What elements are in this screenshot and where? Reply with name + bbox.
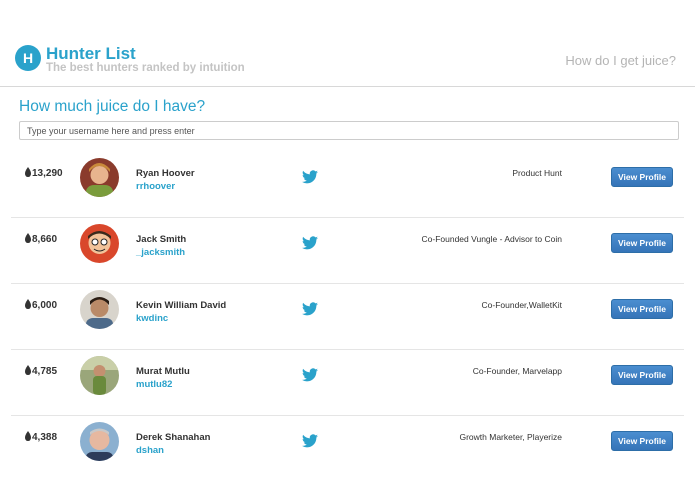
juice-value: 6,000	[32, 300, 58, 311]
twitter-icon[interactable]	[302, 368, 318, 382]
hunter-row: 8,660 Jack Smith _jacksmith Co-Founded V…	[11, 218, 684, 284]
hunter-handle-link[interactable]: kwdinc	[136, 313, 168, 324]
juice-drop-icon	[25, 299, 31, 309]
twitter-icon[interactable]	[302, 236, 318, 250]
avatar[interactable]	[80, 422, 119, 461]
juice-score: 13,290	[25, 167, 63, 179]
juice-value: 13,290	[32, 168, 63, 179]
header: H Hunter List The best hunters ranked by…	[0, 0, 695, 87]
hunter-row: 4,388 Derek Shanahan dshan Growth Market…	[11, 416, 684, 466]
juice-drop-icon	[25, 233, 31, 243]
username-search-input[interactable]	[19, 121, 679, 140]
hunter-bio: Co-Founder,WalletKit	[481, 300, 562, 310]
hunter-handle-link[interactable]: _jacksmith	[136, 247, 185, 258]
hunter-name: Derek Shanahan	[136, 432, 211, 443]
twitter-icon[interactable]	[302, 170, 318, 184]
juice-score: 8,660	[25, 233, 58, 245]
hunter-row: 13,290 Ryan Hoover rrhoover Product Hunt…	[11, 152, 684, 218]
hunter-bio: Growth Marketer, Playerize	[459, 432, 562, 442]
juice-drop-icon	[25, 167, 31, 177]
avatar[interactable]	[80, 224, 119, 263]
hunter-name: Ryan Hoover	[136, 168, 195, 179]
view-profile-button[interactable]: View Profile	[611, 233, 673, 253]
juice-score: 4,785	[25, 365, 58, 377]
how-to-get-juice-link[interactable]: How do I get juice?	[565, 53, 676, 68]
avatar[interactable]	[80, 290, 119, 329]
juice-score: 6,000	[25, 299, 58, 311]
hunter-name: Kevin William David	[136, 300, 227, 311]
hunter-handle-link[interactable]: dshan	[136, 445, 164, 456]
juice-lookup-title: How much juice do I have?	[19, 98, 206, 115]
hunter-bio: Co-Founded Vungle - Advisor to Coin	[421, 234, 563, 244]
twitter-icon[interactable]	[302, 302, 318, 316]
hunter-bio: Co-Founder, Marvelapp	[472, 366, 562, 376]
hunter-handle-link[interactable]: mutlu82	[136, 379, 172, 390]
juice-drop-icon	[25, 365, 31, 375]
hunter-list: 13,290 Ryan Hoover rrhoover Product Hunt…	[11, 152, 684, 466]
view-profile-button[interactable]: View Profile	[611, 431, 673, 451]
avatar[interactable]	[80, 356, 119, 395]
hunter-row: 4,785 Murat Mutlu mutlu82 Co-Founder, Ma…	[11, 350, 684, 416]
app-subtitle: The best hunters ranked by intuition	[46, 62, 245, 74]
juice-value: 4,388	[32, 432, 58, 443]
logo-icon[interactable]: H	[15, 45, 41, 71]
view-profile-button[interactable]: View Profile	[611, 167, 673, 187]
hunter-name: Murat Mutlu	[136, 366, 190, 377]
juice-drop-icon	[25, 431, 31, 441]
app-title[interactable]: Hunter List	[46, 44, 136, 64]
hunter-name: Jack Smith	[136, 234, 187, 245]
juice-value: 4,785	[32, 366, 58, 377]
hunter-handle-link[interactable]: rrhoover	[136, 181, 175, 192]
hunter-bio: Product Hunt	[512, 168, 562, 178]
avatar[interactable]	[80, 158, 119, 197]
juice-score: 4,388	[25, 431, 58, 443]
twitter-icon[interactable]	[302, 434, 318, 448]
hunter-row: 6,000 Kevin William David kwdinc Co-Foun…	[11, 284, 684, 350]
view-profile-button[interactable]: View Profile	[611, 299, 673, 319]
juice-value: 8,660	[32, 234, 58, 245]
view-profile-button[interactable]: View Profile	[611, 365, 673, 385]
